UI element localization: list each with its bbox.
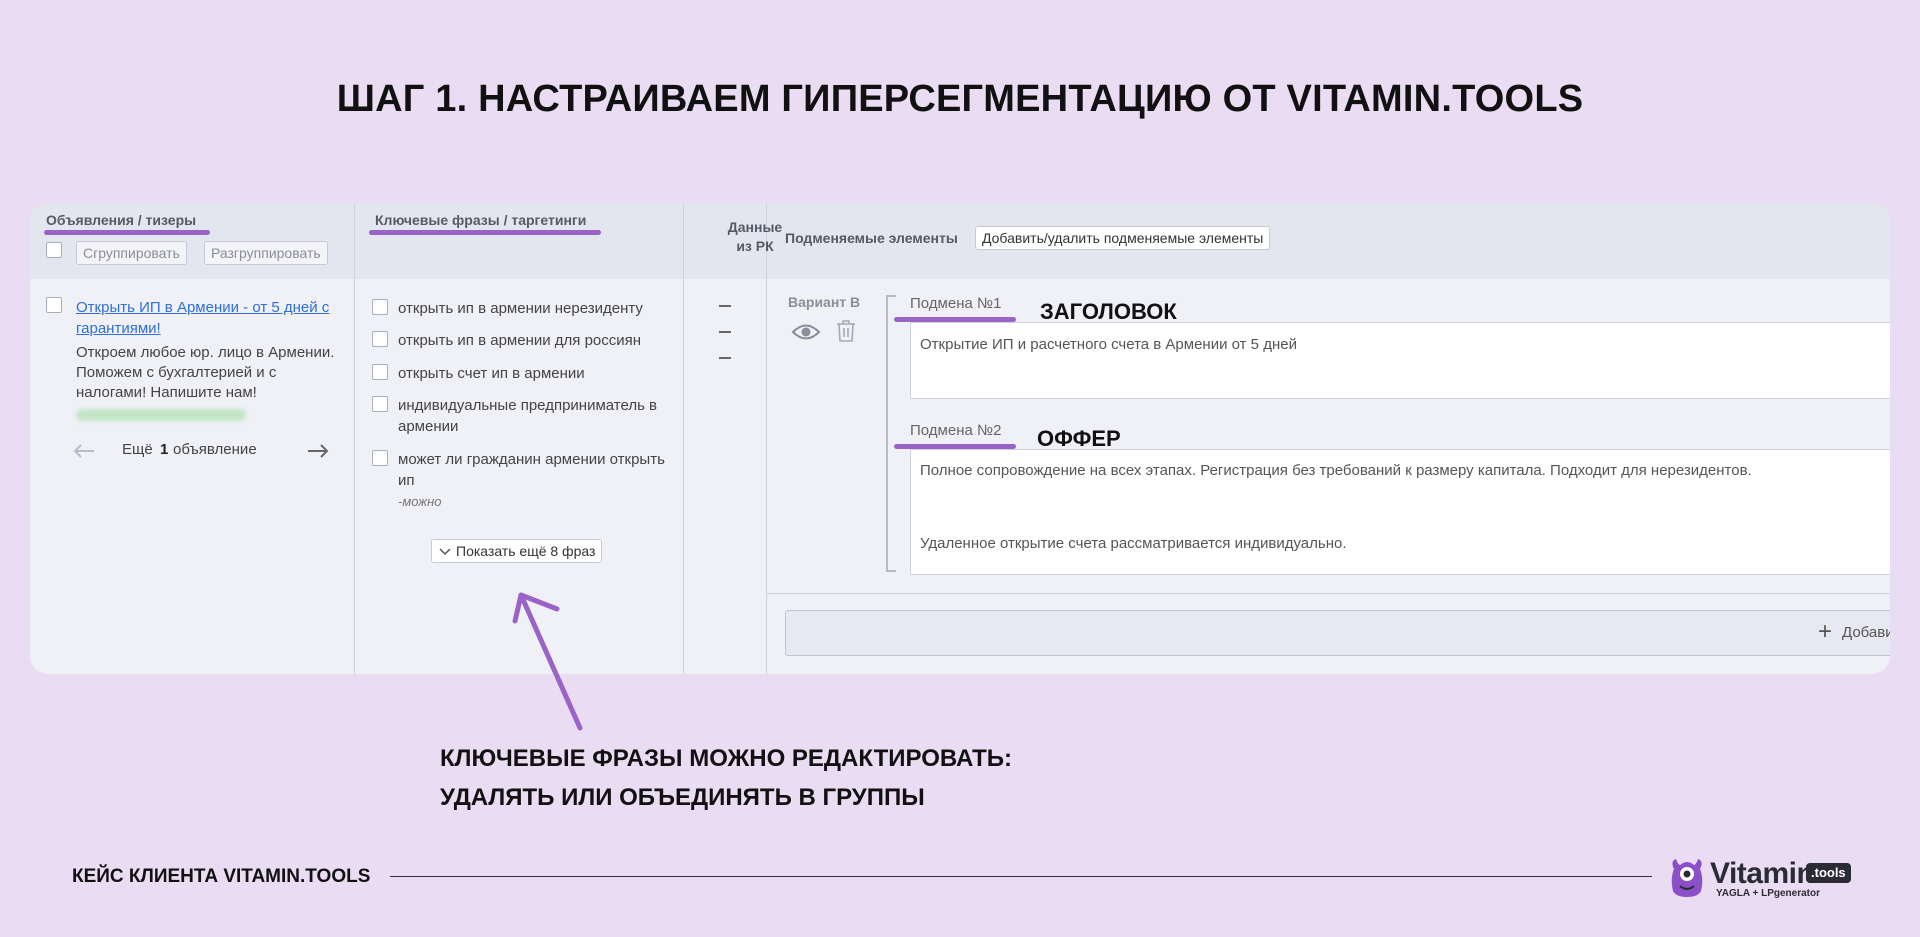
app-screenshot: Объявления / тизеры Сгруппировать Разгру…: [30, 203, 1890, 674]
more-ads-count: 1: [160, 441, 169, 458]
ad-pager: Ещё 1 объявление: [72, 439, 332, 463]
keyword-item[interactable]: индивидуальные предприниматель в армении: [372, 395, 672, 435]
substitution-1-field[interactable]: Открытие ИП и расчетного счета в Армении…: [910, 322, 1890, 399]
keyword-checkbox[interactable]: [372, 364, 388, 380]
substitution-2-text: Удаленное открытие счета рассматривается…: [920, 535, 1347, 552]
edit-replace-elements-button[interactable]: Добавить/удалить подменяемые элементы: [975, 226, 1271, 250]
more-ads-prefix: Ещё: [122, 441, 153, 458]
substitution-2-text: Полное сопровождение на всех этапах. Рег…: [920, 462, 1752, 479]
footer-text: КЕЙС КЛИЕНТА VITAMIN.TOOLS: [72, 866, 371, 887]
keyword-item[interactable]: может ли гражданин армении открыть ип: [372, 449, 672, 489]
group-button[interactable]: Сгруппировать: [76, 241, 187, 265]
arrow-right-icon[interactable]: [306, 443, 330, 459]
caption-line-2: УДАЛЯТЬ ИЛИ ОБЪЕДИНЯТЬ В ГРУППЫ: [440, 784, 925, 811]
data-value-dash: [719, 305, 731, 307]
variant-label: Вариант В: [788, 294, 861, 310]
replace-column-title: Подменяемые элементы: [785, 230, 958, 246]
plus-icon: +: [1818, 618, 1833, 645]
title-underline: [44, 230, 210, 235]
substitution-1-label: Подмена №1: [910, 295, 1002, 312]
keyword-checkbox[interactable]: [372, 396, 388, 412]
variant-bracket: [886, 295, 896, 572]
keyword-text: открыть ип в армении нерезиденту: [398, 300, 643, 317]
keyword-text: открыть счет ип в армении: [398, 365, 585, 382]
add-variant-bar[interactable]: + Добавить в: [785, 610, 1890, 656]
logo-badge: .tools: [1806, 863, 1851, 883]
keyword-text: индивидуальные предприниматель в армении: [398, 397, 658, 435]
ad-url-blurred: [76, 409, 246, 421]
keyword-item[interactable]: открыть ип в армении для россиян: [372, 330, 672, 349]
data-value-dash: [719, 357, 731, 359]
show-more-keywords-button[interactable]: Показать ещё 8 фраз: [431, 539, 603, 563]
footer-divider: [390, 876, 1652, 877]
caption-line-1: КЛЮЧЕВЫЕ ФРАЗЫ МОЖНО РЕДАКТИРОВАТЬ:: [440, 745, 1013, 772]
show-more-label: Показать ещё 8 фраз: [456, 543, 596, 559]
add-variant-label: Добавить в: [1842, 624, 1890, 641]
more-ads-suffix: объявление: [173, 441, 257, 458]
chevron-down-icon: [439, 548, 451, 556]
logo-subtitle: YAGLA + LPgenerator: [1716, 888, 1821, 899]
keywords-column-title: Ключевые фразы / таргетинги: [375, 212, 587, 228]
select-all-ads-checkbox[interactable]: [46, 242, 62, 258]
data-title-line: из РК: [736, 238, 774, 254]
column-divider: [766, 203, 767, 674]
eye-icon[interactable]: [791, 322, 821, 342]
trash-icon[interactable]: [835, 319, 857, 343]
keyword-item[interactable]: открыть ип в армении нерезиденту: [372, 298, 672, 317]
ad-title-link[interactable]: Открыть ИП в Армении - от 5 дней с гаран…: [76, 297, 346, 339]
data-value-dash: [719, 331, 731, 333]
keyword-checkbox[interactable]: [372, 331, 388, 347]
arrow-left-icon[interactable]: [72, 443, 96, 459]
substitution-1-text: Открытие ИП и расчетного счета в Армении…: [920, 336, 1297, 353]
monster-mascot-icon: [1671, 859, 1703, 897]
ads-column-title: Объявления / тизеры: [46, 212, 197, 228]
ad-text: Откроем любое юр. лицо в Армении. Поможе…: [76, 344, 335, 401]
slide-title: ШАГ 1. НАСТРАИВАЕМ ГИПЕРСЕГМЕНТАЦИЮ ОТ V…: [336, 78, 1584, 120]
keyword-text: открыть ип в армении для россиян: [398, 332, 642, 349]
data-column-title: Данные из РК: [714, 218, 796, 256]
vitamin-logo: Vitamin .tools YAGLA + LPgenerator: [1668, 855, 1853, 901]
row-divider: [767, 593, 1890, 594]
column-divider: [683, 203, 684, 674]
keyword-checkbox[interactable]: [372, 450, 388, 466]
data-title-line: Данные: [727, 219, 783, 235]
ungroup-button[interactable]: Разгруппировать: [204, 241, 328, 265]
keyword-checkbox[interactable]: [372, 299, 388, 315]
annotation-arrow-icon: [512, 592, 583, 731]
ad-checkbox[interactable]: [46, 297, 62, 313]
title-underline: [369, 230, 601, 235]
substitution-2-field[interactable]: Полное сопровождение на всех этапах. Рег…: [910, 449, 1890, 575]
logo-word: Vitamin: [1710, 857, 1815, 890]
keyword-negative-note: -можно: [398, 494, 442, 509]
column-divider: [354, 203, 355, 674]
keyword-text: может ли гражданин армении открыть ип: [398, 451, 665, 489]
keyword-item[interactable]: открыть счет ип в армении: [372, 363, 672, 382]
substitution-2-label: Подмена №2: [910, 422, 1002, 439]
